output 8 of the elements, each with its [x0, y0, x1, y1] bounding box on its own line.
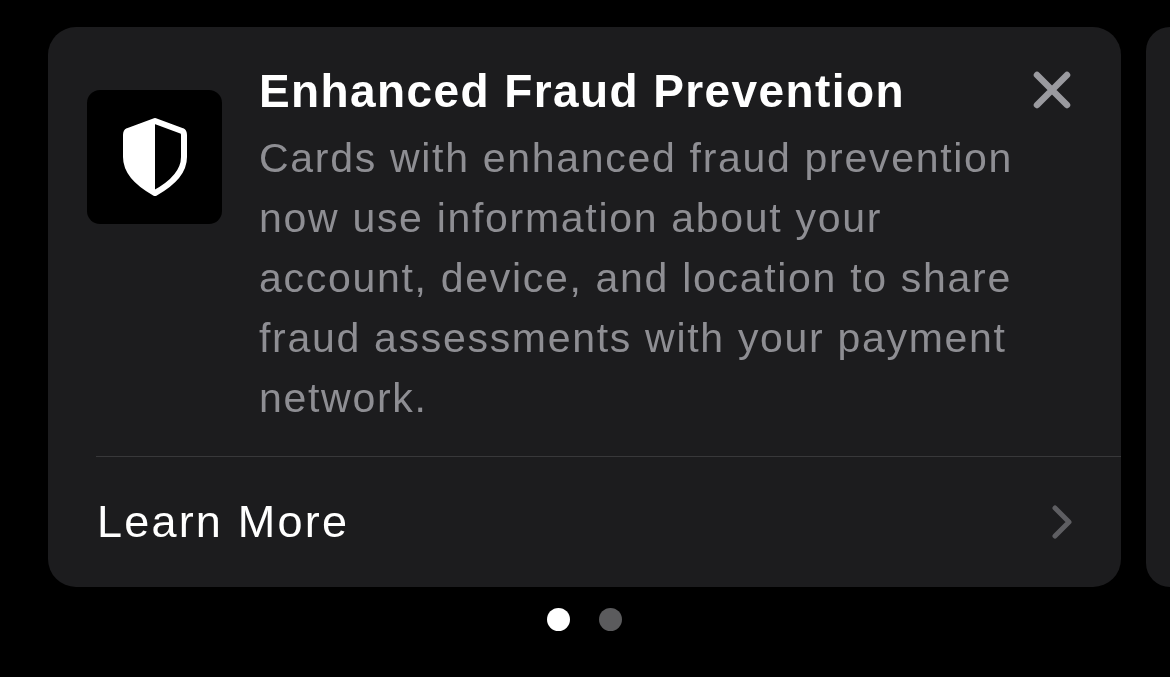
shield-icon [87, 90, 222, 224]
learn-more-link[interactable]: Learn More [48, 457, 1121, 587]
card-title: Enhanced Fraud Prevention [259, 64, 905, 119]
card-description: Cards with enhanced fraud prevention now use information about your account, device, and location to share fraud assessments with your payment network. [259, 134, 1015, 423]
page-dot[interactable] [599, 608, 622, 631]
page-dot[interactable] [547, 608, 570, 631]
chevron-right-icon [1051, 504, 1073, 540]
close-button[interactable] [1032, 70, 1072, 110]
